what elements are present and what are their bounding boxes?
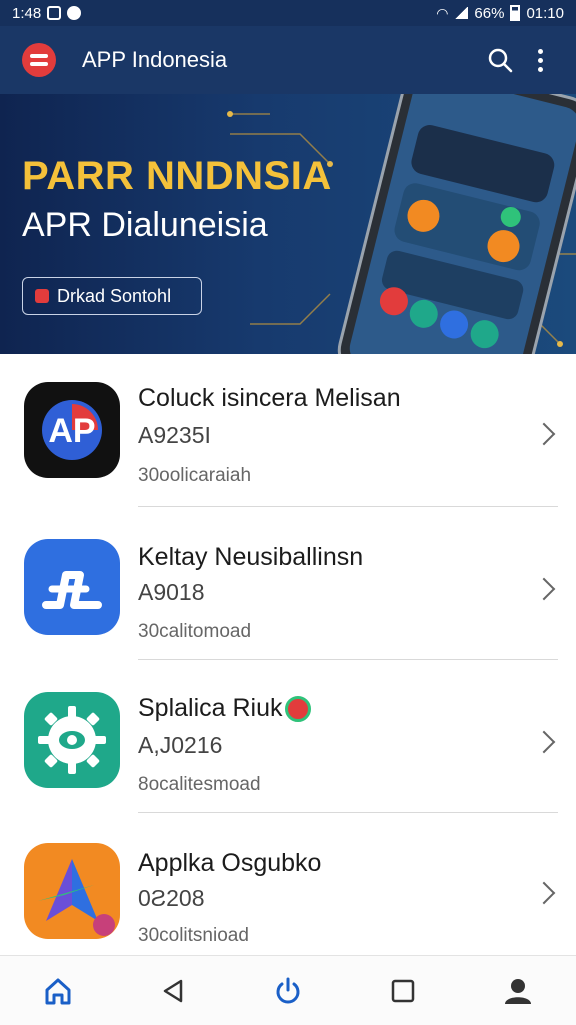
svg-text:AP: AP bbox=[48, 412, 95, 450]
power-icon bbox=[276, 977, 300, 1003]
banner-subtitle: APR Dialuneisia bbox=[22, 206, 268, 244]
badge-icon bbox=[35, 289, 49, 303]
profile-button[interactable] bbox=[494, 967, 542, 1015]
app-title-text: Splalica Riuk bbox=[138, 694, 312, 723]
chevron-right-icon bbox=[532, 422, 556, 446]
power-button[interactable] bbox=[264, 967, 312, 1015]
home-button[interactable] bbox=[34, 967, 82, 1015]
more-vert-icon bbox=[537, 48, 543, 72]
promo-banner[interactable]: PARR NNDNSIA APR Dialuneisia Drkad Sonto… bbox=[0, 94, 576, 354]
battery-icon bbox=[510, 5, 521, 21]
recent-apps-button[interactable] bbox=[379, 967, 427, 1015]
chevron-right-icon bbox=[532, 881, 556, 905]
wifi-icon: ◠ bbox=[436, 4, 449, 21]
gallery-icon bbox=[47, 6, 62, 20]
app-id: 0Ƨ208 bbox=[138, 885, 205, 911]
back-button[interactable] bbox=[149, 967, 197, 1015]
more-button[interactable] bbox=[520, 40, 560, 80]
app-subtitle: 8ocalitesmoad bbox=[138, 774, 261, 795]
badge-icon bbox=[285, 696, 312, 723]
status-clock: 01:10 bbox=[526, 4, 564, 22]
square-icon bbox=[391, 979, 415, 1002]
chevron-right-icon bbox=[532, 730, 556, 754]
app-title-text: Coluck isincera Melisan bbox=[138, 384, 401, 412]
app-id: A,J0216 bbox=[138, 732, 223, 758]
app-title-text: Keltay Neusiballinsn bbox=[138, 543, 364, 571]
home-icon bbox=[45, 978, 71, 1004]
gear-icon bbox=[24, 692, 120, 788]
profile-icon bbox=[505, 978, 532, 1004]
app-subtitle: 30calitomoad bbox=[138, 621, 252, 642]
shield-icon bbox=[67, 6, 82, 20]
app-id: A9235I bbox=[138, 422, 211, 448]
arrow-logo-icon bbox=[24, 843, 120, 939]
app-subtitle: 30oolicaraiah bbox=[138, 465, 252, 486]
flag-icon[interactable] bbox=[22, 43, 56, 77]
app-title-text: Applka Osgubko bbox=[138, 849, 322, 877]
list-item[interactable]: Applka Osgubko 0Ƨ208 30colitsnioad bbox=[0, 813, 576, 966]
battery-percent: 66% bbox=[474, 4, 505, 22]
list-item[interactable]: Splalica Riuk A,J0216 8ocalitesmoad bbox=[0, 660, 576, 813]
app-bar: APP Indonesia bbox=[0, 26, 576, 94]
app-subtitle: 30colitsnioad bbox=[138, 925, 249, 946]
app-list: AP Coluck isincera Melisan A9235I 30ooli… bbox=[0, 354, 576, 966]
search-icon bbox=[488, 48, 513, 73]
music-note-icon bbox=[24, 539, 120, 635]
status-bar: 1:48 ◠ 66% 01:10 bbox=[0, 0, 576, 26]
bottom-nav bbox=[0, 955, 576, 1025]
search-button[interactable] bbox=[480, 40, 520, 80]
app-id: A9018 bbox=[138, 579, 205, 605]
signal-icon bbox=[454, 7, 469, 19]
banner-title: PARR NNDNSIA bbox=[22, 154, 332, 198]
banner-button[interactable]: Drkad Sontohl bbox=[22, 277, 202, 315]
ap-logo-icon: AP bbox=[24, 382, 120, 478]
list-item[interactable]: AP Coluck isincera Melisan A9235I 30ooli… bbox=[0, 354, 576, 507]
app-title: APP Indonesia bbox=[82, 47, 228, 72]
back-icon bbox=[163, 979, 183, 1002]
banner-button-label: Drkad Sontohl bbox=[57, 285, 172, 306]
list-item[interactable]: Keltay Neusiballinsn A9018 30calitomoad bbox=[0, 507, 576, 660]
status-time: 1:48 bbox=[12, 4, 42, 22]
chevron-right-icon bbox=[532, 577, 556, 601]
